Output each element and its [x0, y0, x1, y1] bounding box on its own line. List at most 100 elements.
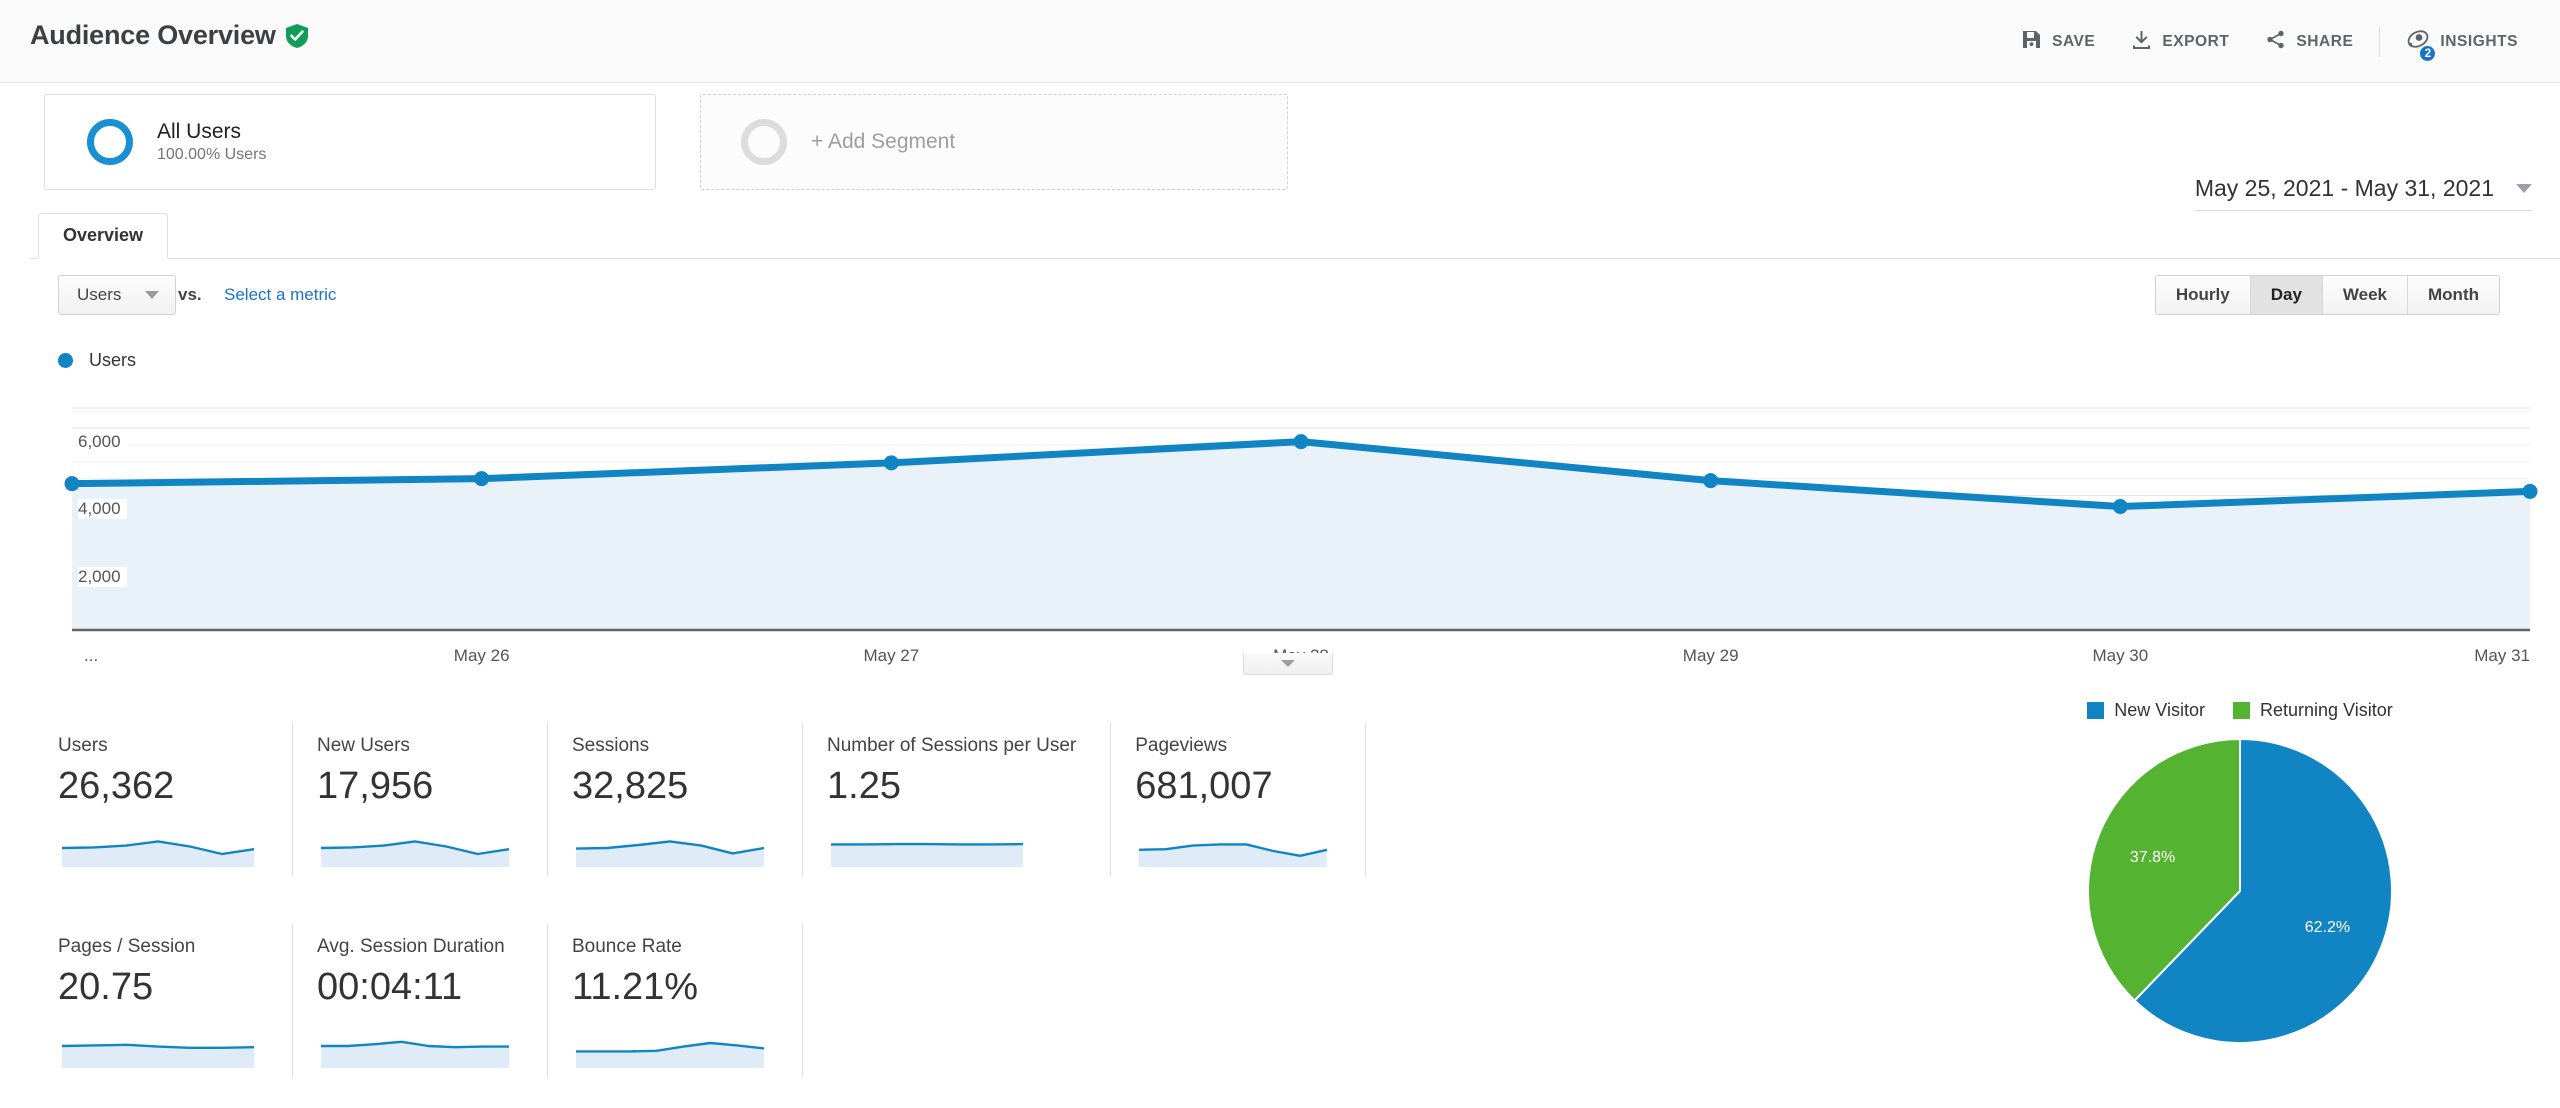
select-metric-link[interactable]: Select a metric — [224, 285, 336, 305]
pie-canvas[interactable]: 62.2% 37.8% — [2080, 731, 2400, 1051]
metric-card-inner: Avg. Session Duration 00:04:11 — [317, 923, 547, 1078]
primary-metric-dropdown[interactable]: Users — [58, 275, 176, 315]
pie-swatch-new-visitor — [2087, 702, 2104, 719]
metric-sparkline — [317, 823, 513, 867]
toolbar-divider — [2379, 27, 2380, 57]
metric-sparkline — [572, 1024, 768, 1068]
pie-legend-label-new-visitor: New Visitor — [2114, 700, 2205, 721]
metric-card-label: Pages / Session — [58, 937, 258, 958]
y-axis-tick-label: 4,000 — [78, 499, 127, 519]
pie-slice-percent-label: 37.8% — [2130, 849, 2175, 866]
metric-card-value: 11.21% — [572, 968, 768, 1006]
y-axis-tick-label: 2,000 — [78, 567, 127, 587]
chart-canvas[interactable] — [0, 380, 2560, 680]
granularity-month[interactable]: Month — [2408, 276, 2499, 314]
export-label: EXPORT — [2162, 33, 2229, 51]
tab-underline — [30, 258, 2560, 259]
header-actions: SAVE EXPORT SHARE — [2003, 22, 2536, 62]
page-title: Audience Overview — [30, 20, 276, 51]
save-button[interactable]: SAVE — [2003, 22, 2113, 62]
granularity-toggle-group: Hourly Day Week Month — [2155, 275, 2500, 315]
segment-card-all-users[interactable]: All Users 100.00% Users — [44, 94, 656, 190]
pie-legend-item-returning-visitor[interactable]: Returning Visitor — [2233, 700, 2393, 721]
segment-bar: All Users 100.00% Users + Add Segment Ma… — [0, 83, 2560, 215]
metric-card-label: Number of Sessions per User — [827, 736, 1076, 757]
metric-card-value: 17,956 — [317, 767, 513, 805]
metric-sparkline — [58, 823, 258, 867]
segment-title: All Users — [157, 121, 266, 142]
shield-check-icon — [286, 24, 308, 48]
metric-card-inner: Pageviews 681,007 — [1135, 722, 1365, 877]
metric-card[interactable]: Number of Sessions per User 1.25 — [803, 722, 1111, 877]
metric-card-inner: Sessions 32,825 — [572, 722, 802, 877]
metric-card[interactable]: Users 26,362 — [0, 722, 293, 877]
export-button[interactable]: EXPORT — [2113, 22, 2247, 62]
metric-card[interactable]: New Users 17,956 — [293, 722, 548, 877]
metric-sparkline — [827, 823, 1027, 867]
metric-card-row-1: Users 26,362 New Users 17,956 Sessions 32,825… — [0, 722, 1660, 877]
download-icon — [2131, 29, 2152, 55]
metric-card-label: Pageviews — [1135, 736, 1331, 757]
primary-metric-label: Users — [77, 285, 121, 305]
new-vs-returning-pie: New Visitor Returning Visitor 62.2% 37.8% — [2000, 700, 2480, 1051]
share-icon — [2265, 29, 2286, 55]
metric-card-label: New Users — [317, 736, 513, 757]
x-axis-tick-label: May 26 — [454, 646, 510, 666]
pie-slice-percent-label: 62.2% — [2305, 919, 2350, 936]
chart-expand-handle[interactable] — [1243, 653, 1333, 675]
insights-label: INSIGHTS — [2440, 33, 2518, 51]
metric-card-label: Bounce Rate — [572, 937, 768, 958]
metric-card-value: 26,362 — [58, 767, 258, 805]
metric-card-row-2: Pages / Session20.75Avg. Session Duratio… — [0, 923, 1660, 1078]
metric-sparkline — [58, 1024, 258, 1068]
share-label: SHARE — [2296, 33, 2353, 51]
x-axis-tick-label: May 30 — [2092, 646, 2148, 666]
metric-card[interactable]: Bounce Rate 11.21% — [548, 923, 803, 1078]
y-axis-tick-label: 6,000 — [78, 432, 127, 452]
insights-badge: 2 — [2418, 44, 2437, 63]
chart-legend: Users — [58, 350, 136, 371]
metric-card-label: Avg. Session Duration — [317, 937, 513, 958]
metric-cards-area: Users 26,362 New Users 17,956 Sessions 32,825… — [0, 722, 1660, 1078]
add-segment-label: + Add Segment — [811, 130, 955, 154]
share-button[interactable]: SHARE — [2247, 22, 2371, 62]
metric-card-inner: Pages / Session20.75 — [58, 923, 292, 1078]
segment-subtitle: 100.00% Users — [157, 147, 266, 163]
metric-card-label: Users — [58, 736, 258, 757]
metric-card[interactable]: Avg. Session Duration 00:04:11 — [293, 923, 548, 1078]
date-range-text: May 25, 2021 - May 31, 2021 — [2195, 175, 2494, 202]
x-axis-tick-label: May 31 — [2474, 646, 2530, 666]
insights-button[interactable]: 2 INSIGHTS — [2388, 22, 2536, 62]
chevron-down-icon — [1281, 660, 1295, 667]
metric-card-inner: Users 26,362 — [58, 722, 292, 877]
save-icon — [2021, 29, 2042, 55]
metric-card[interactable]: Pages / Session20.75 — [0, 923, 293, 1078]
segment-text: All Users 100.00% Users — [157, 121, 266, 163]
x-axis-tick-label: May 27 — [863, 646, 919, 666]
metric-card-label: Sessions — [572, 736, 768, 757]
add-segment-button[interactable]: + Add Segment — [700, 94, 1288, 190]
legend-color-dot — [58, 353, 73, 368]
pie-legend: New Visitor Returning Visitor — [2000, 700, 2480, 721]
granularity-day[interactable]: Day — [2251, 276, 2323, 314]
donut-icon — [87, 119, 133, 165]
metric-card-value: 681,007 — [1135, 767, 1331, 805]
metric-card-value: 32,825 — [572, 767, 768, 805]
save-label: SAVE — [2052, 33, 2095, 51]
pie-legend-label-returning-visitor: Returning Visitor — [2260, 700, 2393, 721]
metric-sparkline — [572, 823, 768, 867]
vs-label: vs. — [178, 285, 202, 305]
metric-card[interactable]: Pageviews 681,007 — [1111, 722, 1366, 877]
pie-legend-item-new-visitor[interactable]: New Visitor — [2087, 700, 2205, 721]
pie-swatch-returning-visitor — [2233, 702, 2250, 719]
donut-empty-icon — [741, 119, 787, 165]
chevron-down-icon — [145, 291, 159, 299]
tab-overview[interactable]: Overview — [38, 213, 168, 259]
granularity-week[interactable]: Week — [2323, 276, 2408, 314]
metric-sparkline — [1135, 823, 1331, 867]
metric-card[interactable]: Sessions 32,825 — [548, 722, 803, 877]
metric-card-value: 00:04:11 — [317, 968, 513, 1006]
metric-card-value: 1.25 — [827, 767, 1076, 805]
granularity-hourly[interactable]: Hourly — [2156, 276, 2251, 314]
date-range-picker[interactable]: May 25, 2021 - May 31, 2021 — [2195, 175, 2532, 211]
